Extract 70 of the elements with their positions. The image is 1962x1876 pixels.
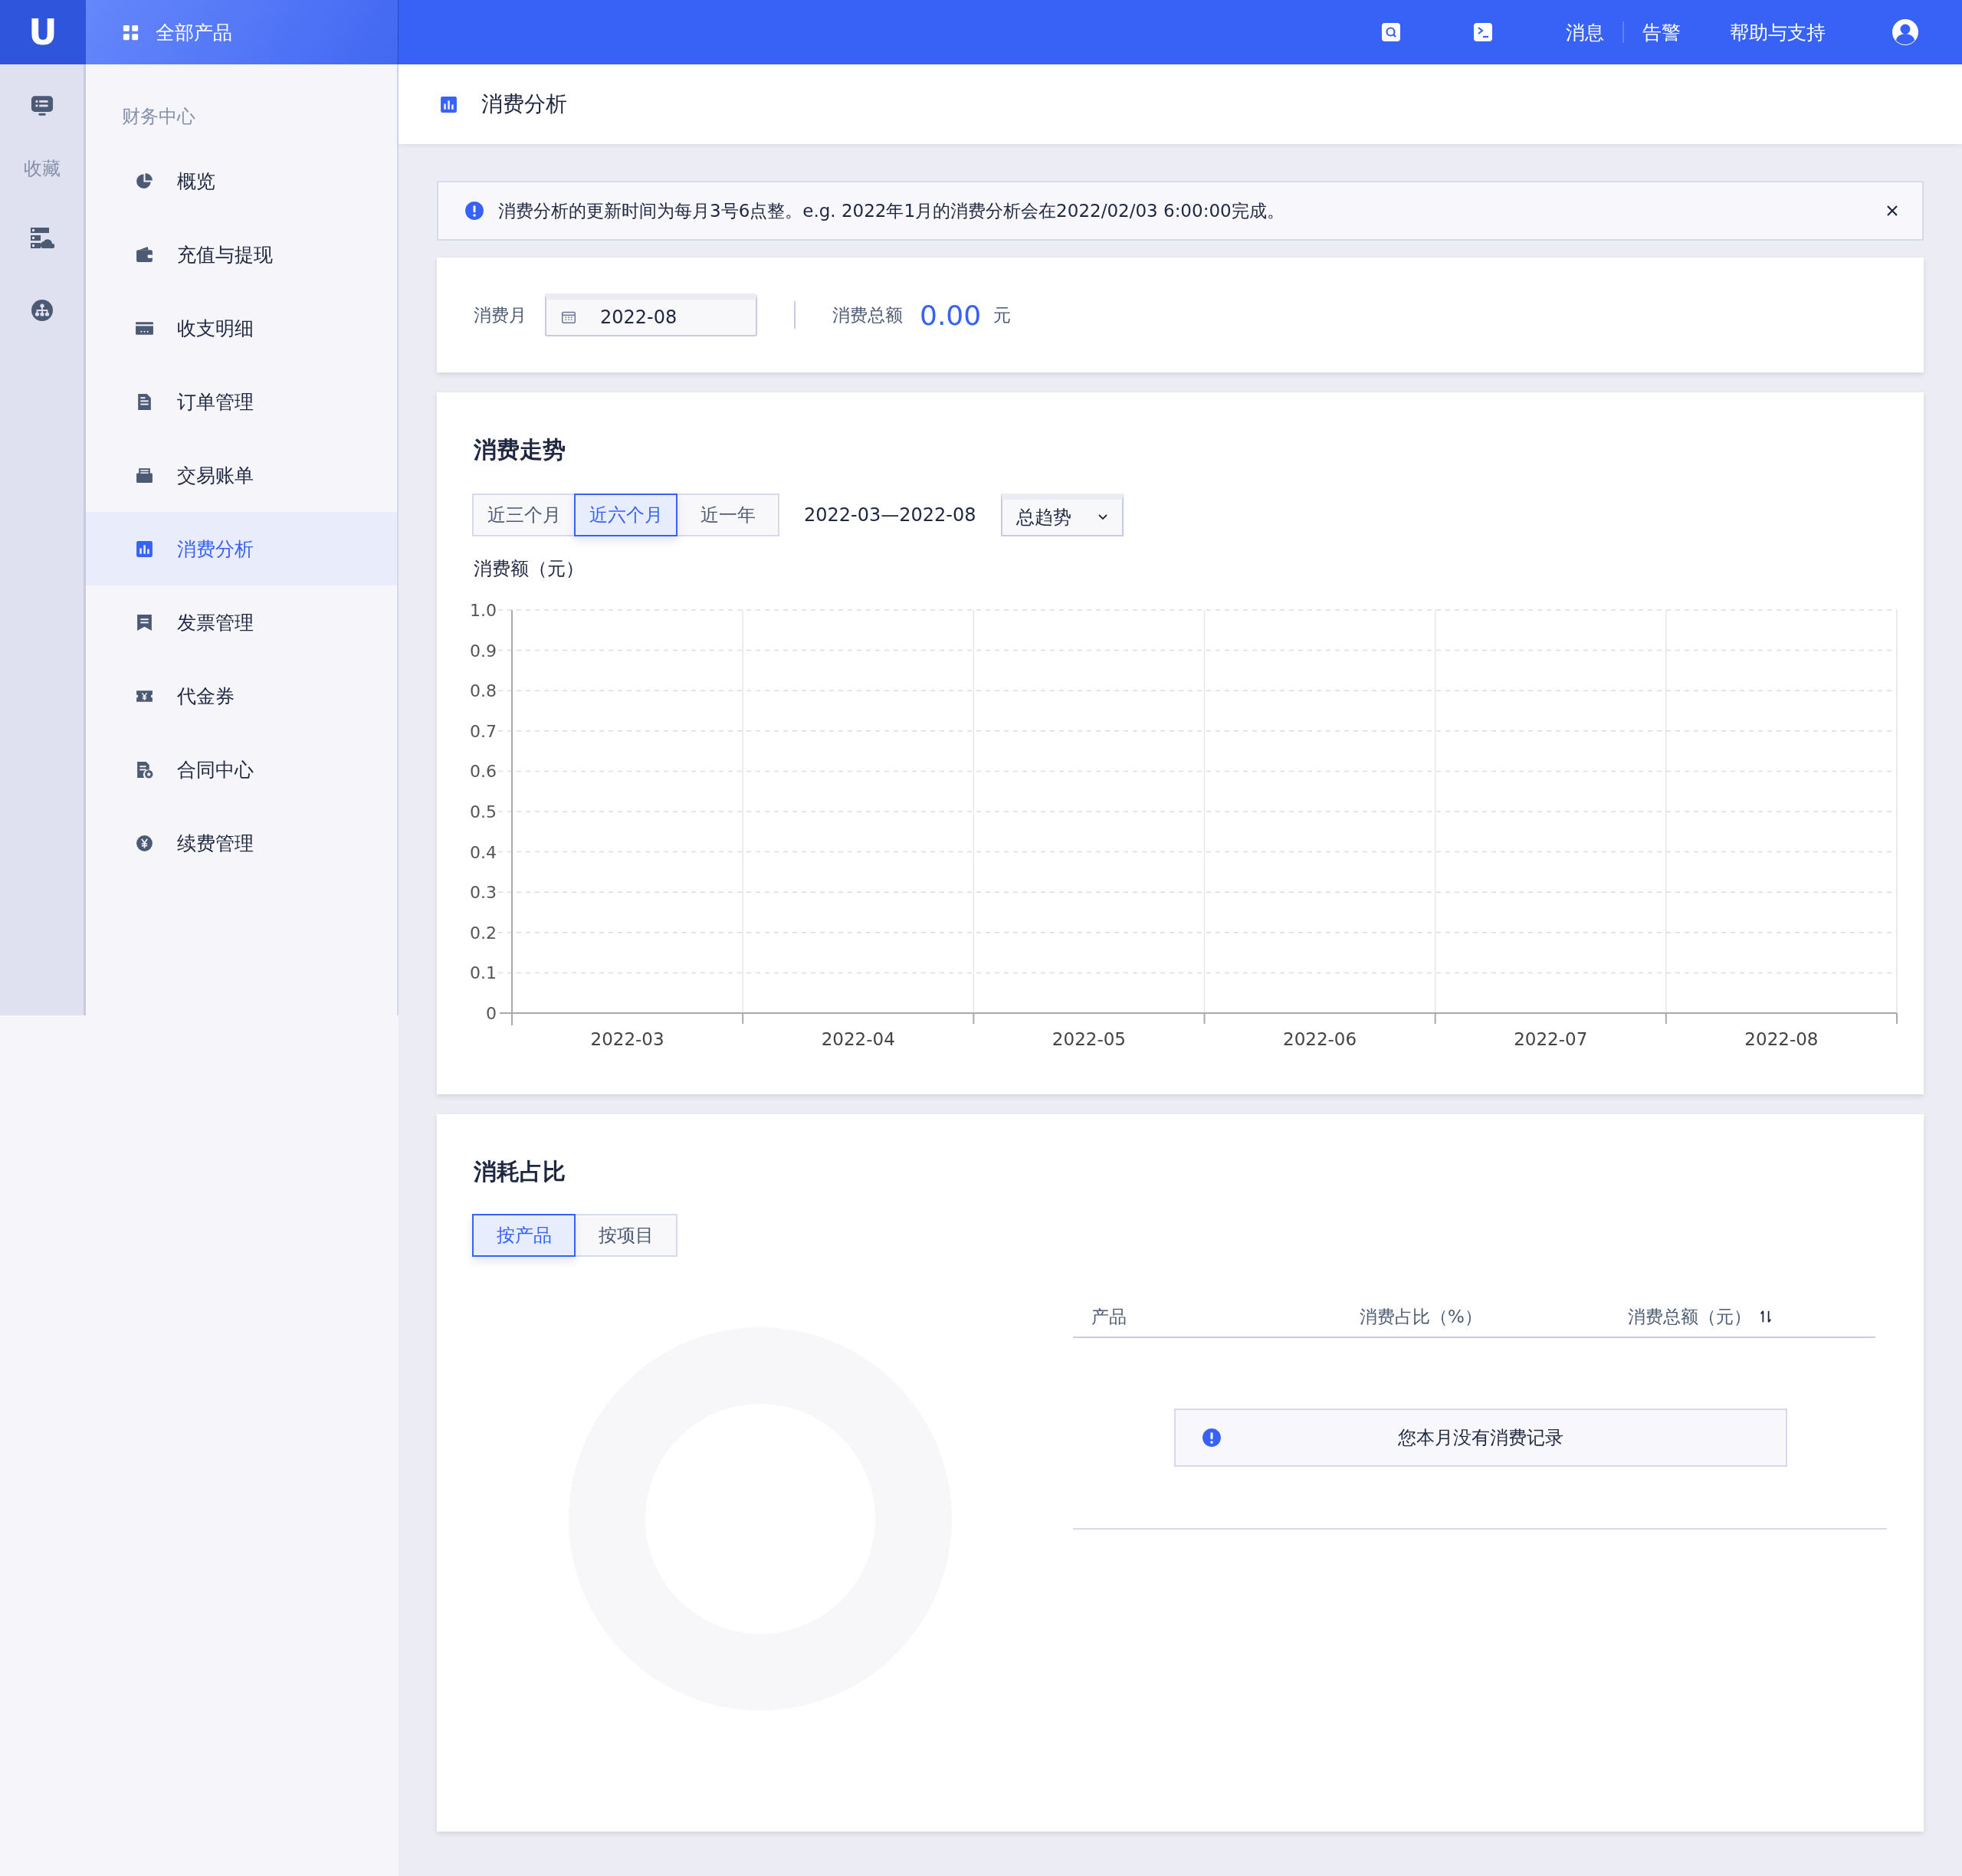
- info-icon: [1202, 1428, 1222, 1448]
- wallet-icon: [135, 244, 154, 264]
- range-tab[interactable]: 近三个月: [472, 494, 576, 536]
- menu-item[interactable]: 消费分析: [86, 512, 397, 585]
- menu-item[interactable]: 代金券: [86, 659, 397, 733]
- group-tab[interactable]: 按项目: [574, 1214, 678, 1257]
- y-tick-label: 0.4: [470, 842, 497, 862]
- date-range: 2022-03—2022-08: [804, 504, 976, 526]
- monitor-icon[interactable]: [30, 95, 54, 116]
- hierarchy-icon[interactable]: [30, 299, 54, 322]
- menu-item[interactable]: 订单管理: [86, 365, 397, 438]
- x-tick-label: 2022-03: [590, 1029, 664, 1049]
- menu-item[interactable]: 续费管理: [86, 806, 397, 880]
- menu-item[interactable]: 概览: [86, 144, 397, 218]
- menu-item[interactable]: 发票管理: [86, 585, 397, 659]
- menu-item[interactable]: 收支明细: [86, 291, 397, 365]
- y-tick-label: 1.0: [470, 601, 497, 620]
- y-tick-label: 0.9: [470, 641, 497, 661]
- range-tab[interactable]: 近六个月: [574, 494, 678, 536]
- nav-link[interactable]: 消息: [1547, 19, 1622, 45]
- menu-item[interactable]: 充值与提现: [86, 218, 397, 291]
- y-tick-label: 0.1: [470, 963, 497, 983]
- nav-link[interactable]: 帮助与支持: [1711, 19, 1844, 45]
- section-title: 消费走势: [474, 435, 566, 464]
- y-tick-label: 0.7: [470, 721, 497, 741]
- notice-text: 消费分析的更新时间为每月3号6点整。e.g. 2022年1月的消费分析会在2022/02/03 6:00:00完成。: [498, 199, 1285, 222]
- y-tick-label: 0.6: [470, 762, 497, 782]
- total-label: 消费总额: [832, 303, 903, 326]
- y-tick-label: 0.3: [470, 883, 497, 903]
- menu-item[interactable]: 合同中心: [86, 733, 397, 806]
- nav-link[interactable]: 告警: [1624, 19, 1711, 45]
- invoice-icon: [135, 612, 154, 632]
- grid-icon: [123, 24, 139, 41]
- server-cloud-icon[interactable]: [29, 227, 54, 250]
- y-tick-label: 0.8: [470, 681, 497, 701]
- x-tick-label: 2022-05: [1052, 1029, 1126, 1049]
- info-icon: [464, 201, 484, 221]
- bar-chart-icon: [135, 539, 154, 559]
- close-button[interactable]: [1885, 204, 1899, 218]
- x-tick-label: 2022-07: [1514, 1029, 1588, 1049]
- y-tick-label: 0.2: [470, 923, 497, 943]
- y-tick-label: 0: [486, 1004, 497, 1023]
- x-tick-label: 2022-08: [1744, 1029, 1819, 1049]
- column-header[interactable]: 消费总额（元）: [1628, 1304, 1751, 1329]
- x-tick-label: 2022-06: [1283, 1029, 1357, 1049]
- avatar-icon[interactable]: [1891, 18, 1919, 46]
- x-tick-label: 2022-04: [821, 1029, 895, 1049]
- y-tick-label: 0.5: [470, 802, 497, 822]
- field-label: 消费月: [474, 303, 527, 326]
- contract-icon: [135, 759, 154, 779]
- bar-chart-icon: [439, 94, 458, 114]
- search-icon[interactable]: [1382, 23, 1400, 41]
- trend-select[interactable]: 总趋势: [1000, 494, 1124, 536]
- currency-unit: 元: [993, 303, 1012, 326]
- empty-text: 您本月没有消费记录: [1397, 1426, 1564, 1450]
- column-header: 产品: [1091, 1305, 1127, 1328]
- yen-coin-icon: [135, 833, 154, 853]
- terminal-icon[interactable]: [1474, 23, 1492, 41]
- month-picker[interactable]: 2022-08: [545, 294, 757, 336]
- all-products-button[interactable]: 全部产品: [86, 0, 399, 64]
- group-tab[interactable]: 按产品: [472, 1214, 576, 1257]
- menu-item[interactable]: 交易账单: [86, 438, 397, 512]
- section-heading: 财务中心: [121, 105, 195, 129]
- section-title: 消耗占比: [474, 1157, 566, 1186]
- range-tab[interactable]: 近一年: [676, 494, 779, 536]
- total-amount: 0.00: [920, 299, 982, 331]
- page-title: 消费分析: [481, 90, 567, 118]
- axis-title: 消费额（元）: [474, 557, 585, 581]
- pie-chart-icon: [135, 171, 154, 191]
- column-header: 消费占比（%）: [1360, 1305, 1482, 1328]
